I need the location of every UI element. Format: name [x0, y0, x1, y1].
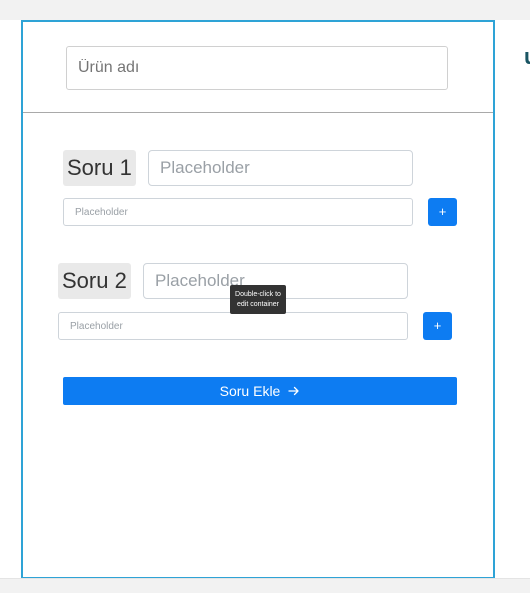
- tooltip-line-2: edit container: [236, 301, 280, 308]
- bottom-status-strip: [0, 578, 530, 593]
- question-2-add-button[interactable]: +: [423, 312, 452, 340]
- selected-container[interactable]: Soru 1 + Soru 2 + Soru Ekle Double-click…: [21, 20, 495, 579]
- question-1-input[interactable]: [148, 150, 413, 186]
- question-1-answer-input[interactable]: [63, 198, 413, 226]
- section-divider: [23, 112, 493, 113]
- add-question-label: Soru Ekle: [219, 383, 281, 399]
- top-toolbar-strip: [0, 0, 530, 20]
- question-1-label: Soru 1: [63, 150, 136, 186]
- question-1-add-button[interactable]: +: [428, 198, 457, 226]
- question-2-answer-input[interactable]: [58, 312, 408, 340]
- question-2-label: Soru 2: [58, 263, 131, 299]
- tooltip-line-1: Double-click to: [235, 291, 281, 298]
- arrow-right-icon: [288, 386, 299, 396]
- add-question-button[interactable]: Soru Ekle: [63, 377, 457, 405]
- edge-logo-fragment: u: [524, 44, 530, 70]
- product-name-input[interactable]: [66, 46, 448, 90]
- edit-container-tooltip: Double-click to edit container: [230, 285, 286, 314]
